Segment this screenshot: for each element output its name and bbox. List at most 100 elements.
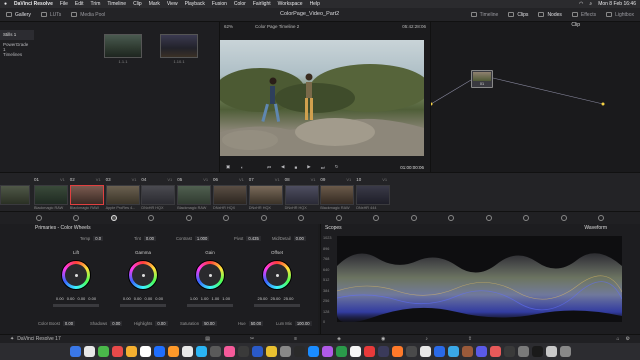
- page-edit-icon[interactable]: ≡: [294, 336, 297, 342]
- curves-icon[interactable]: [223, 215, 230, 221]
- clip-thumbnail[interactable]: [105, 185, 140, 205]
- dock-app-icon[interactable]: [559, 346, 571, 357]
- clip-thumbnail[interactable]: [141, 185, 176, 205]
- wheel-puck[interactable]: [275, 273, 279, 277]
- app-menu[interactable]: DaVinci Resolve: [14, 1, 53, 7]
- clip-thumbnail[interactable]: [248, 185, 283, 205]
- wheel-value[interactable]: 0.00: [123, 296, 131, 301]
- dock-app-icon[interactable]: [335, 346, 347, 357]
- dock-app-icon[interactable]: [377, 346, 389, 357]
- play-icon[interactable]: ▶: [307, 164, 310, 170]
- hue-param[interactable]: Hue 50.00: [238, 321, 264, 326]
- dock-app-icon[interactable]: [139, 346, 151, 357]
- wheel-value[interactable]: 1.00: [212, 296, 220, 301]
- temp-param[interactable]: Temp 0.0: [80, 236, 104, 241]
- menu-view[interactable]: View: [167, 1, 178, 7]
- wheel-value[interactable]: 0.00: [134, 296, 142, 301]
- middetail-param[interactable]: Mid/Detail 0.00: [272, 236, 306, 241]
- menu-file[interactable]: File: [60, 1, 68, 7]
- sizing-icon[interactable]: [523, 215, 530, 221]
- menu-trim[interactable]: Trim: [91, 1, 101, 7]
- clip-thumbnail[interactable]: [320, 185, 355, 205]
- menu-fairlight[interactable]: Fairlight: [253, 1, 271, 7]
- wheel-puck[interactable]: [208, 273, 212, 277]
- lightbox-button[interactable]: Lightbox: [606, 12, 634, 18]
- audio-icon[interactable]: ◖: [240, 165, 243, 170]
- clip-thumbnail[interactable]: [177, 185, 212, 205]
- blur-icon[interactable]: [448, 215, 455, 221]
- viewer-mode-icon[interactable]: ▣: [226, 164, 230, 170]
- dock-app-icon[interactable]: [391, 346, 403, 357]
- dock-app-icon[interactable]: [349, 346, 361, 357]
- wheel-value[interactable]: 0.00: [78, 296, 86, 301]
- still-thumbnail[interactable]: [160, 34, 198, 58]
- dock-app-icon[interactable]: [503, 346, 515, 357]
- menu-workspace[interactable]: Workspace: [278, 1, 303, 7]
- wheel-value[interactable]: 0.00: [88, 296, 96, 301]
- wheel-value[interactable]: 1.00: [201, 296, 209, 301]
- dock-app-icon[interactable]: [237, 346, 249, 357]
- album-timelines[interactable]: Timelines: [0, 50, 34, 60]
- window-icon[interactable]: [335, 215, 342, 221]
- dock-app-icon[interactable]: [153, 346, 165, 357]
- skip-start-icon[interactable]: ⏮: [267, 165, 271, 170]
- luts-button[interactable]: LUTs: [40, 12, 61, 18]
- dock-app-icon[interactable]: [195, 346, 207, 357]
- wheel-value[interactable]: 0.00: [56, 296, 64, 301]
- page-fusion-icon[interactable]: ◈: [337, 336, 341, 342]
- wheel-value[interactable]: 0.00: [145, 296, 153, 301]
- dock-app-icon[interactable]: [531, 346, 543, 357]
- lift-color-wheel[interactable]: [61, 260, 91, 290]
- dock-app-icon[interactable]: [475, 346, 487, 357]
- dock-app-icon[interactable]: [517, 346, 529, 357]
- skip-end-icon[interactable]: ⏭: [321, 165, 325, 170]
- dock-app-icon[interactable]: [545, 346, 557, 357]
- wheel-value[interactable]: 1.00: [222, 296, 230, 301]
- dock-app-icon[interactable]: [461, 346, 473, 357]
- timeline-name[interactable]: Color Page Timeline 2: [255, 24, 299, 29]
- wheel-puck[interactable]: [74, 273, 78, 277]
- still-thumbnail[interactable]: [104, 34, 142, 58]
- stop-icon[interactable]: ■: [295, 165, 298, 170]
- master-wheel-slider[interactable]: [53, 304, 99, 307]
- dock-app-icon[interactable]: [405, 346, 417, 357]
- dock-app-icon[interactable]: [293, 346, 305, 357]
- tint-param[interactable]: Tint 0.00: [134, 236, 156, 241]
- offset-color-wheel[interactable]: [262, 260, 292, 290]
- gamma-color-wheel[interactable]: [128, 260, 158, 290]
- wheel-value[interactable]: 25.00: [284, 296, 294, 301]
- dock-app-icon[interactable]: [209, 346, 221, 357]
- wheel-value[interactable]: 1.00: [190, 296, 198, 301]
- scopes-icon[interactable]: [598, 215, 605, 221]
- shadows-param[interactable]: Shadows 0.00: [90, 321, 123, 326]
- wheel-puck[interactable]: [141, 273, 145, 277]
- loop-icon[interactable]: ↻: [335, 164, 339, 170]
- contrast-param[interactable]: Contrast 1.000: [176, 236, 210, 241]
- search-icon[interactable]: ⌕: [589, 1, 592, 7]
- menu-color[interactable]: Color: [234, 1, 246, 7]
- saturation-param[interactable]: Saturation 50.00: [180, 321, 217, 326]
- dock-app-icon[interactable]: [223, 346, 235, 357]
- media-pool-button[interactable]: Media Pool: [71, 12, 105, 18]
- menu-clip[interactable]: Clip: [133, 1, 142, 7]
- qualifier-icon[interactable]: [298, 215, 305, 221]
- key-icon[interactable]: [485, 215, 492, 221]
- nodes-button[interactable]: Nodes: [538, 12, 562, 18]
- clip-thumbnail[interactable]: [34, 185, 68, 205]
- menu-timeline[interactable]: Timeline: [107, 1, 126, 7]
- corrector-node[interactable]: 01: [471, 70, 493, 88]
- settings-icon[interactable]: ⚙: [626, 336, 630, 342]
- clip-thumbnail[interactable]: [0, 185, 30, 205]
- project-manager-icon[interactable]: ⌂: [616, 336, 619, 342]
- clip-thumbnail[interactable]: [284, 185, 319, 205]
- lummix-param[interactable]: Lum Mix 100.00: [276, 321, 312, 326]
- wheel-value[interactable]: 25.00: [270, 296, 280, 301]
- dock-app-icon[interactable]: [83, 346, 95, 357]
- highlights-param[interactable]: Highlights 0.00: [134, 321, 168, 326]
- clip-thumbnail[interactable]: [69, 185, 104, 205]
- 3d-icon[interactable]: [560, 215, 567, 221]
- clock[interactable]: Mon 8 Feb 16:46: [598, 1, 636, 7]
- dock-app-icon[interactable]: [321, 346, 333, 357]
- apple-icon[interactable]: ●: [4, 1, 7, 7]
- wheel-value[interactable]: 25.00: [257, 296, 267, 301]
